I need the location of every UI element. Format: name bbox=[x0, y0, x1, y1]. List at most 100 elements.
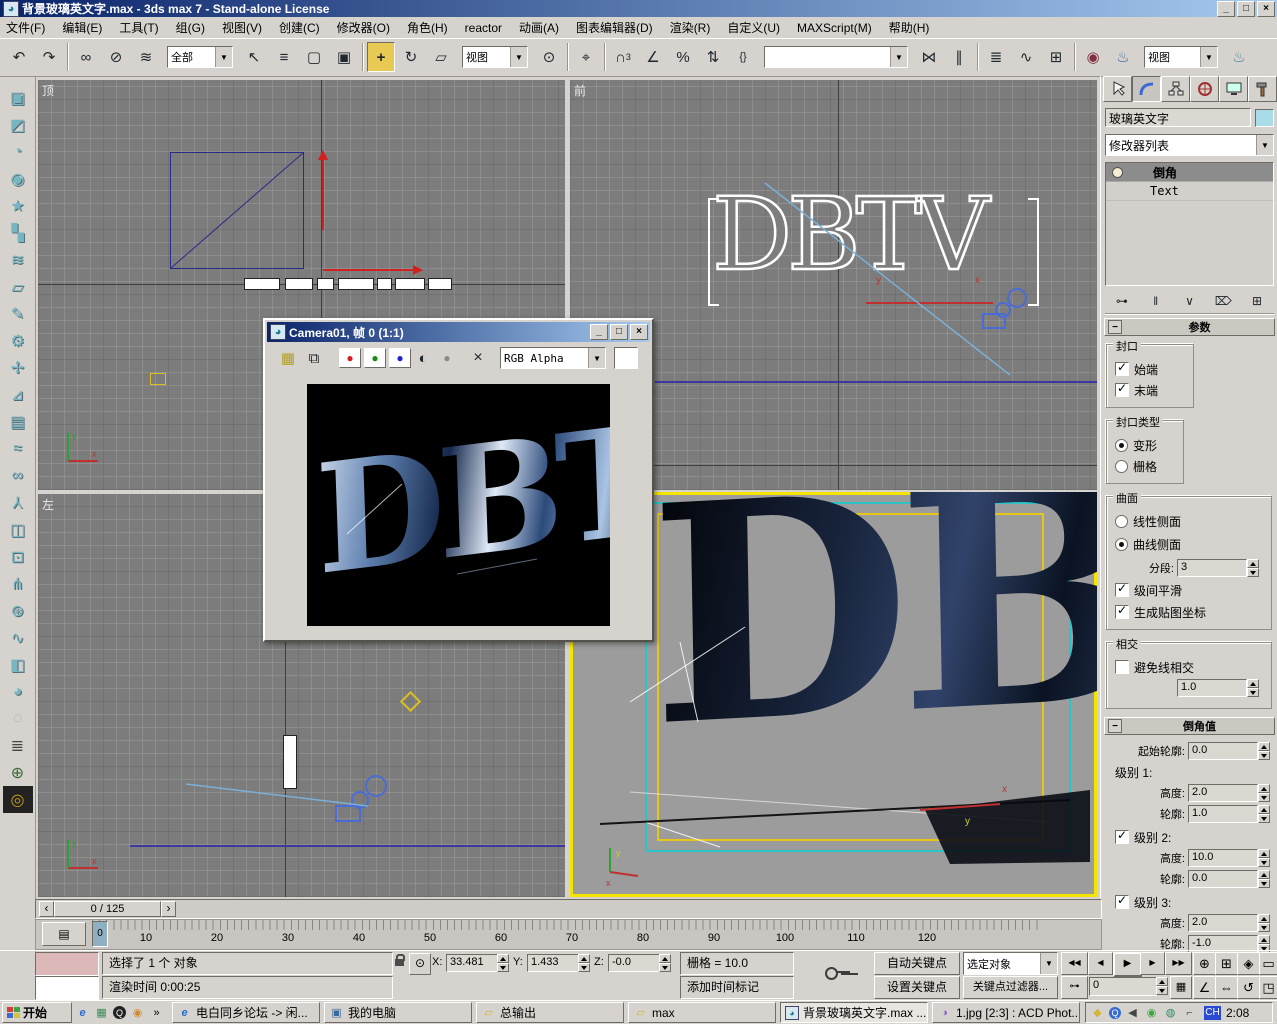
z-coord-spinner[interactable] bbox=[659, 954, 671, 972]
configure-sets-button[interactable]: ⊞ bbox=[1244, 290, 1270, 312]
pin-stack-button[interactable]: ⊶ bbox=[1109, 290, 1135, 312]
rectangular-selection-region-button[interactable]: ▢ bbox=[300, 42, 328, 72]
move-gizmo[interactable] bbox=[308, 150, 438, 280]
tray-radar-icon[interactable]: ◉ bbox=[1144, 1006, 1159, 1020]
menu-graph-editors[interactable]: 图表编辑器(D) bbox=[576, 19, 653, 36]
menu-views[interactable]: 视图(V) bbox=[222, 19, 262, 36]
minimize-button[interactable]: _ bbox=[1217, 1, 1235, 17]
task-forum[interactable]: e 电白同乡论坛 -> 闲... bbox=[172, 1002, 320, 1023]
select-and-link-button[interactable]: ∞ bbox=[72, 42, 100, 72]
schematic-view-button[interactable]: ⊞ bbox=[1042, 42, 1070, 72]
frame-marker[interactable]: 0 bbox=[92, 921, 108, 947]
key-filters-button[interactable]: 关键点过滤器... bbox=[963, 976, 1058, 999]
knife-icon[interactable]: ▱ bbox=[3, 273, 33, 300]
menu-create[interactable]: 创建(C) bbox=[279, 19, 320, 36]
wheel-icon[interactable]: ⊛ bbox=[3, 597, 33, 624]
stack-item-bevel[interactable]: 倒角 bbox=[1106, 163, 1273, 182]
l1-outline-field[interactable]: 1.0 bbox=[1188, 805, 1258, 823]
x-coord-field[interactable]: 33.481 bbox=[446, 954, 498, 972]
key-mode-toggle-button[interactable]: ⊶ bbox=[1061, 976, 1088, 999]
objects-cubes-icon[interactable]: ▣ bbox=[3, 84, 33, 111]
ik-chain-icon[interactable]: ⋔ bbox=[3, 570, 33, 597]
time-slider-track[interactable]: ‹ 0 / 125 › bbox=[35, 899, 1102, 919]
menu-character[interactable]: 角色(H) bbox=[407, 19, 448, 36]
zoom-region-button[interactable]: ▭ bbox=[1259, 952, 1277, 975]
l3-height-field[interactable]: 2.0 bbox=[1188, 914, 1258, 932]
named-selection-sets-button[interactable]: {} bbox=[729, 42, 757, 72]
maxscript-mini-listener-pink[interactable] bbox=[35, 952, 99, 976]
l3-height-spinner[interactable] bbox=[1258, 914, 1270, 932]
l2-outline-field[interactable]: 0.0 bbox=[1188, 870, 1258, 888]
knot-icon[interactable]: ∞ bbox=[3, 462, 33, 489]
quick-render-button[interactable]: ♨ bbox=[1225, 42, 1253, 72]
show-end-result-button[interactable]: ‖ bbox=[1143, 290, 1169, 312]
menu-rendering[interactable]: 渲染(R) bbox=[670, 19, 711, 36]
tab-display[interactable] bbox=[1219, 76, 1248, 102]
undo-button[interactable]: ↶ bbox=[5, 42, 33, 72]
media-player-icon[interactable]: ◉ bbox=[130, 1006, 145, 1020]
time-slider-next-button[interactable]: › bbox=[161, 901, 176, 917]
use-pivot-center-button[interactable]: ⊙ bbox=[535, 42, 563, 72]
checker-icon[interactable]: ▚ bbox=[3, 219, 33, 246]
track-bar[interactable]: ▤ 0 10 20 30 40 50 60 70 80 90 100 110 1… bbox=[35, 919, 1102, 950]
biped-icon[interactable]: ⅄ bbox=[3, 489, 33, 516]
select-and-rotate-button[interactable]: ↻ bbox=[397, 42, 425, 72]
task-acdsee[interactable]: ◑ 1.jpg [2:3] : ACD Phot... bbox=[932, 1002, 1080, 1023]
curve-editor-button[interactable]: ∿ bbox=[1012, 42, 1040, 72]
menu-edit[interactable]: 编辑(E) bbox=[62, 19, 102, 36]
map-coords-checkbox[interactable] bbox=[1115, 605, 1129, 619]
separation-field[interactable]: 1.0 bbox=[1177, 679, 1247, 697]
quicklaunch-overflow-icon[interactable]: » bbox=[149, 1006, 164, 1020]
time-slider-prev-button[interactable]: ‹ bbox=[39, 901, 54, 917]
arc-rotate-button[interactable]: ↺ bbox=[1237, 976, 1260, 999]
render-close-button[interactable]: × bbox=[630, 324, 648, 340]
start-button[interactable]: 开始 bbox=[2, 1002, 72, 1023]
shapes-shirt-icon[interactable]: ◩ bbox=[3, 111, 33, 138]
level2-checkbox[interactable] bbox=[1115, 830, 1129, 844]
menu-modifiers[interactable]: 修改器(O) bbox=[337, 19, 390, 36]
select-and-scale-button[interactable]: ▱ bbox=[427, 42, 455, 72]
menu-group[interactable]: 组(G) bbox=[176, 19, 205, 36]
menu-help[interactable]: 帮助(H) bbox=[889, 19, 930, 36]
bevel-values-rollout-header[interactable]: − 倒角值 bbox=[1104, 717, 1275, 735]
spinning-top-icon[interactable]: ◉ bbox=[3, 165, 33, 192]
menu-animation[interactable]: 动画(A) bbox=[519, 19, 559, 36]
angle-snap-toggle[interactable]: ∠ bbox=[639, 42, 667, 72]
menu-maxscript[interactable]: MAXScript(M) bbox=[797, 21, 872, 35]
render-preset-dropdown[interactable]: 视图 ▼ bbox=[1144, 46, 1218, 68]
menu-file[interactable]: 文件(F) bbox=[6, 19, 45, 36]
search-globe-icon[interactable]: ⊕ bbox=[3, 759, 33, 786]
viewport-top-label[interactable]: 顶 bbox=[42, 82, 54, 99]
time-slider-thumb[interactable]: 0 / 125 bbox=[54, 901, 161, 917]
show-desktop-icon[interactable]: ▦ bbox=[94, 1006, 109, 1020]
l2-height-field[interactable]: 10.0 bbox=[1188, 849, 1258, 867]
render-minimize-button[interactable]: _ bbox=[590, 324, 608, 340]
mirror-button[interactable]: ⋈ bbox=[915, 42, 943, 72]
parameters-rollout-header[interactable]: − 参数 bbox=[1104, 318, 1275, 336]
cap-start-checkbox[interactable] bbox=[1115, 362, 1129, 376]
task-output-folder[interactable]: ▱ 总输出 bbox=[476, 1002, 624, 1023]
l1-outline-spinner[interactable] bbox=[1258, 805, 1270, 823]
select-by-name-button[interactable]: ≡ bbox=[270, 42, 298, 72]
key-mode-dropdown[interactable]: 选定对象 ▼ bbox=[963, 952, 1058, 975]
red-channel-button[interactable]: ● bbox=[339, 348, 361, 368]
car-icon[interactable]: ⊿ bbox=[3, 381, 33, 408]
select-and-manipulate-button[interactable]: ⌖ bbox=[572, 42, 600, 72]
previous-frame-button[interactable]: ◀ bbox=[1088, 952, 1113, 975]
y-coord-field[interactable]: 1.433 bbox=[527, 954, 579, 972]
smooth-checkbox[interactable] bbox=[1115, 583, 1129, 597]
language-indicator[interactable]: CH bbox=[1204, 1006, 1221, 1020]
object-color-swatch[interactable] bbox=[1255, 109, 1274, 127]
background-color-swatch[interactable] bbox=[614, 347, 638, 369]
segments-spinner[interactable] bbox=[1247, 559, 1259, 577]
clear-image-button[interactable]: × bbox=[467, 347, 489, 369]
go-to-start-button[interactable]: ◀◀ bbox=[1061, 952, 1088, 975]
stairs-icon[interactable]: ▤ bbox=[3, 408, 33, 435]
field-of-view-button[interactable]: ∠ bbox=[1193, 976, 1216, 999]
set-key-button[interactable]: 设置关键点 bbox=[874, 976, 960, 999]
close-button[interactable]: × bbox=[1257, 1, 1275, 17]
linear-sides-radio[interactable] bbox=[1115, 515, 1128, 528]
fan-icon[interactable]: ✎ bbox=[3, 300, 33, 327]
star-icon[interactable]: ★ bbox=[3, 192, 33, 219]
redo-button[interactable]: ↷ bbox=[35, 42, 63, 72]
